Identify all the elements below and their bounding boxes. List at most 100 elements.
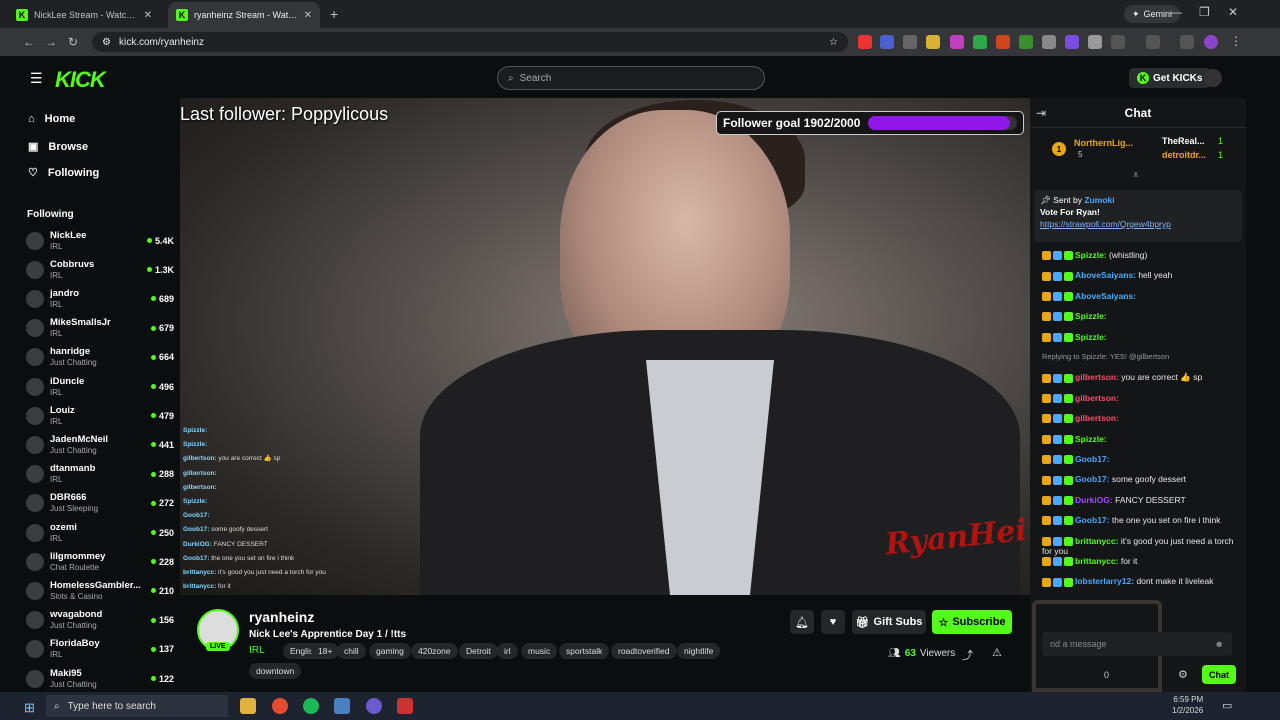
site-info-icon[interactable]: ⚙ [102,37,111,48]
gifter-name[interactable]: NorthernLig... [1074,138,1133,148]
emoji-icon[interactable]: ☻ [1215,639,1224,649]
chat-username[interactable]: brittanycc: [1075,556,1118,566]
sidebar-channel-item[interactable]: ozemi IRL 250 [26,518,174,547]
nav-following[interactable]: ♡ Following [28,166,99,180]
taskbar-clock[interactable]: 6:59 PM 1/2/2026 [1172,694,1203,716]
chat-settings-gear-icon[interactable]: ⚙ [1178,668,1188,681]
file-explorer-icon[interactable] [240,698,256,714]
maximize-window-icon[interactable]: ❐ [1199,5,1210,19]
close-tab-icon[interactable]: ✕ [304,10,312,21]
browser-tab-nicklee[interactable]: K NickLee Stream - Watch Live on ✕ [8,2,160,28]
chat-username[interactable]: lobsterlarry12: [1075,576,1134,586]
chat-username[interactable]: Spizzle: [1075,311,1107,321]
extension-icon[interactable] [1042,35,1056,49]
sidepanel-icon[interactable] [1146,35,1160,49]
chat-username[interactable]: Goob17: [1075,515,1109,525]
chat-username[interactable]: brittanycc: [1075,536,1118,546]
puzzle-icon[interactable] [1111,35,1125,49]
stream-tag[interactable]: sportstalk [559,643,610,659]
sidebar-channel-item[interactable]: Louiz IRL 479 [26,401,174,430]
windows-start-icon[interactable]: ⊞ [24,700,35,716]
chat-send-button[interactable]: Chat [1202,665,1236,684]
forward-arrow-icon[interactable]: → [40,35,62,49]
back-arrow-icon[interactable]: ← [18,35,40,49]
chat-username[interactable]: gilbertson: [1075,413,1119,423]
collapse-chat-icon[interactable]: ⇥ [1036,106,1046,120]
minimize-window-icon[interactable]: — [1170,5,1182,19]
bookmark-star-icon[interactable]: ☆ [829,37,838,48]
app-icon[interactable] [397,698,413,714]
chat-username[interactable]: Spizzle: [1075,250,1107,260]
stream-tag[interactable]: 420zone [411,643,458,659]
chat-username[interactable]: gilbertson: [1075,393,1119,403]
chat-username[interactable]: DurkiOG: [1075,495,1113,505]
chat-username[interactable]: Goob17: [1075,474,1109,484]
notification-center-icon[interactable]: ▭ [1222,699,1232,712]
sidebar-channel-item[interactable]: dtanmanb IRL 288 [26,460,174,489]
sidebar-channel-item[interactable]: Cobbruvs IRL 1.3K [26,255,174,284]
follow-button[interactable]: ♥ [821,610,845,634]
nav-browse[interactable]: ▣ Browse [28,140,88,154]
sidebar-channel-item[interactable]: Maki95 Just Chatting 122 [26,664,174,693]
stream-tag[interactable]: irl [497,643,518,659]
pinned-sender[interactable]: Zumoki [1084,195,1114,205]
app-icon[interactable] [366,698,382,714]
sidebar-channel-item[interactable]: NickLee IRL 5.4K [26,226,174,255]
chat-username[interactable]: Spizzle: [1075,332,1107,342]
address-bar[interactable]: ⚙ kick.com/ryanheinz ☆ [92,32,848,52]
nav-home[interactable]: ⌂ Home [28,113,75,125]
page-scrollbar[interactable] [1246,56,1280,692]
chat-username[interactable]: Spizzle: [1075,434,1107,444]
browser-tab-ryanheinz[interactable]: K ryanheinz Stream - Watch Live o ✕ [168,2,320,28]
notification-bell-button[interactable]: 🔔︎ [790,610,814,634]
chrome-icon[interactable] [272,698,288,714]
close-tab-icon[interactable]: ✕ [144,10,152,21]
stream-tag[interactable]: nightlife [677,643,721,659]
stream-tag[interactable]: music [521,643,558,659]
pinned-link[interactable]: https://strawpoll.com/Qrgew4bpryp [1040,219,1171,229]
reload-icon[interactable]: ↻ [62,35,84,49]
get-kicks-button[interactable]: K Get KICKs [1129,68,1211,88]
user-avatar[interactable] [1204,69,1222,87]
streamer-name[interactable]: ryanheinz [249,609,314,625]
chat-username[interactable]: gilbertson: [1075,372,1119,382]
spotify-icon[interactable] [303,698,319,714]
extension-icon[interactable] [1019,35,1033,49]
share-icon[interactable]: ⤴ [962,647,973,663]
stream-tag[interactable]: roadtoverified [611,643,677,659]
stream-tag[interactable]: 18+ [311,643,340,659]
profile-avatar-icon[interactable] [1204,35,1218,49]
stream-tag[interactable]: Detroit [459,643,499,659]
extension-icon[interactable] [973,35,987,49]
report-icon[interactable]: ⚠ [992,646,1002,659]
sidebar-channel-item[interactable]: iDuncle IRL 496 [26,372,174,401]
app-icon[interactable] [334,698,350,714]
new-tab-button[interactable]: + [330,6,338,22]
sidebar-channel-item[interactable]: FloridaBoy IRL 137 [26,635,174,664]
kick-logo[interactable]: KICK [55,67,106,93]
subscribe-button[interactable]: ☆ Subscribe [932,610,1012,634]
gifter-name[interactable]: TheReal... [1162,136,1205,146]
extension-icon[interactable] [858,35,872,49]
chat-message-input[interactable]: nd a message ☻ [1042,632,1232,656]
sidebar-channel-item[interactable]: JadenMcNeil Just Chatting 441 [26,430,174,459]
extension-icon[interactable] [996,35,1010,49]
sidebar-channel-item[interactable]: HomelessGambler... Slots & Casino 210 [26,576,174,605]
extension-icon[interactable] [880,35,894,49]
extension-icon[interactable] [1065,35,1079,49]
extension-icon[interactable] [1088,35,1102,49]
extension-icon[interactable] [903,35,917,49]
close-window-icon[interactable]: ✕ [1228,5,1238,19]
extension-icon[interactable] [926,35,940,49]
taskbar-search-input[interactable]: ⌕ Type here to search [46,695,228,717]
stream-tag[interactable]: gaming [369,643,411,659]
chat-username[interactable]: AboveSaiyans: [1075,270,1136,280]
chat-username[interactable]: Goob17: [1075,454,1109,464]
sidebar-channel-item[interactable]: hanridge Just Chatting 664 [26,343,174,372]
stream-category[interactable]: IRL [249,645,265,656]
sidebar-channel-item[interactable]: MikeSmallsJr IRL 679 [26,314,174,343]
kebab-menu-icon[interactable]: ⋮ [1230,34,1242,48]
gifter-name[interactable]: detroitdr... [1162,150,1206,160]
stream-tag[interactable]: chill [337,643,366,659]
sidebar-channel-item[interactable]: lilgmommey Chat Roulette 228 [26,547,174,576]
